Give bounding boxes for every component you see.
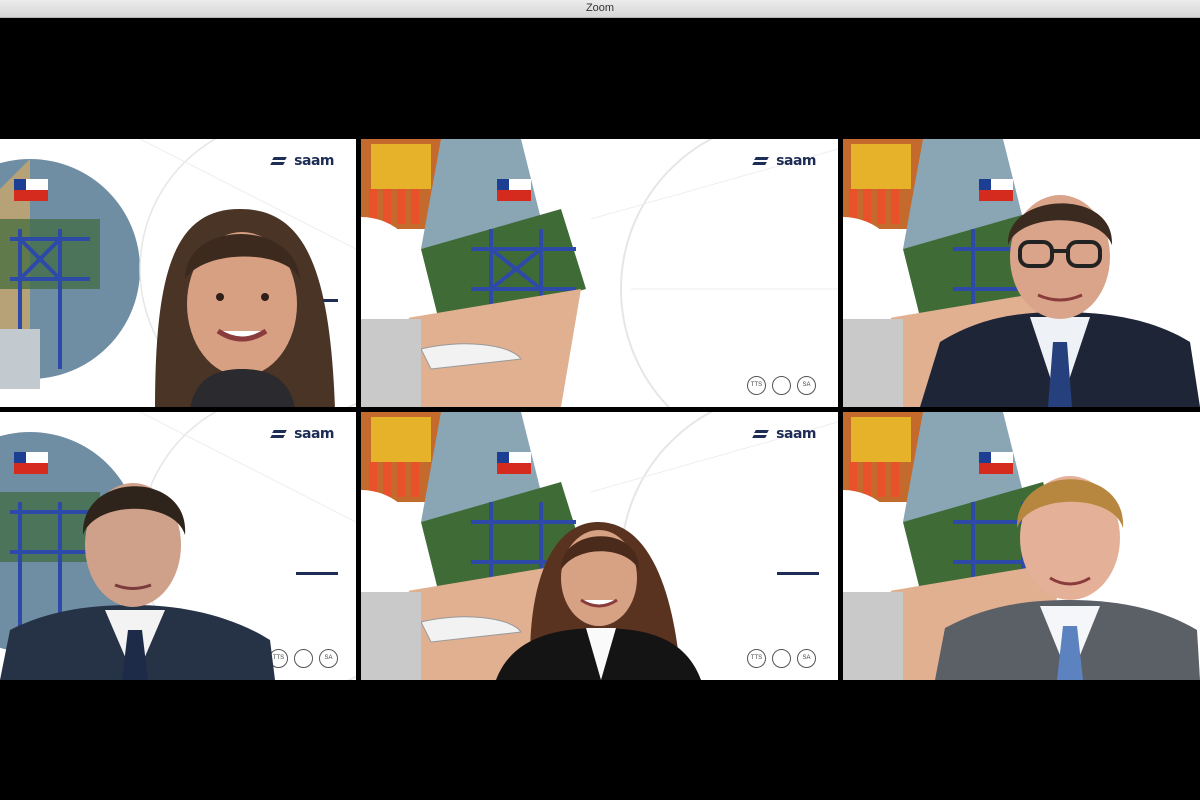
saam-logo-text: saam [776, 426, 816, 442]
window-title-bar: Zoom [0, 0, 1200, 18]
video-tile-3[interactable] [843, 139, 1200, 407]
video-tile-4[interactable]: saam TTS SA [0, 412, 356, 680]
saam-logo-text: saam [294, 426, 334, 442]
sa-badge-icon: SA [319, 649, 338, 668]
slide-dash [296, 572, 338, 575]
subsidiary-badges: TTS SA [747, 376, 816, 395]
virtual-background [361, 139, 838, 407]
saam-logo-mark-icon [752, 156, 772, 166]
saam-logo: saam [752, 426, 816, 442]
sa-badge-icon: SA [797, 649, 816, 668]
tts-badge-icon: TTS [747, 376, 766, 395]
video-tile-5[interactable]: saam TTS SA [361, 412, 838, 680]
video-tile-2[interactable]: saam TTS SA [361, 139, 838, 407]
slide-dash [777, 572, 819, 575]
participant-video [935, 476, 1200, 680]
window-title: Zoom [585, 2, 615, 14]
saam-logo-text: saam [776, 153, 816, 169]
saam-logo: saam [270, 426, 334, 442]
ship-badge-icon [772, 376, 791, 395]
participant-video [496, 521, 701, 680]
participant-video [155, 209, 335, 407]
saam-logo-mark-icon [270, 156, 290, 166]
saam-logo-mark-icon [270, 429, 290, 439]
participant-video [920, 195, 1200, 407]
saam-logo: saam [270, 153, 334, 169]
video-gallery: saam saam TTS SA saam TTS SA saam TTS SA [0, 18, 1200, 800]
saam-logo-text: saam [294, 153, 334, 169]
saam-logo-mark-icon [752, 429, 772, 439]
video-tile-1[interactable]: saam [0, 139, 356, 407]
participant-video [0, 483, 275, 680]
video-tile-6[interactable] [843, 412, 1200, 680]
ship-badge-icon [772, 649, 791, 668]
subsidiary-badges: TTS SA [747, 649, 816, 668]
tts-badge-icon: TTS [747, 649, 766, 668]
sa-badge-icon: SA [797, 376, 816, 395]
ship-badge-icon [294, 649, 313, 668]
saam-logo: saam [752, 153, 816, 169]
